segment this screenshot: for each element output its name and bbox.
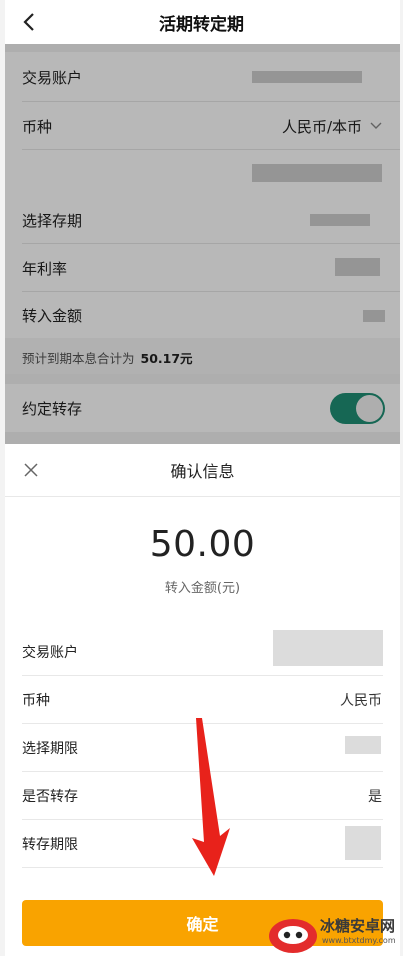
toggle-knob: [356, 395, 383, 422]
form-row-masked: [5, 150, 400, 196]
info-row-label: 转存期限: [22, 837, 78, 853]
form-row-auto-renew: 约定转存: [5, 384, 400, 432]
masked-renew-term: [345, 826, 381, 860]
form-row-label: 约定转存: [22, 399, 83, 418]
form-row-term[interactable]: 选择存期: [5, 196, 400, 244]
info-row-label: 选择期限: [22, 741, 78, 757]
masked-account: [273, 630, 383, 666]
info-row-account: 交易账户: [5, 628, 400, 676]
chevron-left-icon: [23, 13, 34, 31]
form-row-account[interactable]: 交易账户: [5, 52, 400, 102]
masked-term: [345, 736, 381, 754]
form-row-label: 转入金额: [22, 306, 83, 325]
estimate-row: 预计到期本息合计为 50.17元: [5, 338, 400, 374]
back-button[interactable]: [14, 7, 44, 37]
masked-account: [252, 71, 362, 83]
currency-value: 人民币/本币: [281, 117, 362, 136]
form-row-rate: 年利率: [5, 244, 400, 292]
form-row-amount[interactable]: 转入金额: [5, 292, 400, 338]
masked-term: [310, 214, 370, 226]
transfer-amount: 50.00: [149, 524, 256, 565]
form-row-label: 年利率: [22, 259, 68, 278]
chevron-down-icon: [370, 122, 382, 129]
info-row-value: 人民币: [340, 693, 382, 709]
close-button[interactable]: [19, 458, 43, 482]
red-arrow-annotation: [192, 718, 230, 876]
watermark-site: www.btxtdmy.com: [322, 936, 396, 945]
watermark-name: 冰糖安卓网: [320, 917, 396, 935]
info-row-label: 交易账户: [22, 645, 78, 661]
background-form: 交易账户 币种 人民币/本币 选择存期 年利率 转入金额 预计到期本息合计为 50…: [5, 44, 400, 444]
estimate-value: 50.17元: [140, 351, 193, 366]
info-row-label: 是否转存: [22, 789, 78, 805]
form-row-label: 选择存期: [22, 211, 83, 230]
masked-rate: [335, 258, 380, 276]
close-icon: [24, 463, 38, 477]
estimate-label: 预计到期本息合计为: [22, 351, 135, 366]
masked-value: [252, 164, 382, 182]
form-row-label: 币种: [22, 117, 53, 136]
info-row-label: 币种: [22, 693, 50, 709]
sheet-header: 确认信息: [5, 444, 400, 497]
auto-renew-toggle[interactable]: [330, 393, 385, 424]
page-title: 活期转定期: [159, 14, 244, 35]
confirm-sheet: 确认信息 50.00 转入金额(元) 交易账户 币种 人民币 选择期限 是否转存…: [5, 444, 400, 956]
info-row-value: 是: [368, 789, 382, 805]
top-bar: 活期转定期: [0, 0, 403, 44]
info-row-currency: 币种 人民币: [5, 676, 400, 724]
form-row-currency[interactable]: 币种 人民币/本币: [5, 102, 400, 150]
form-row-label: 交易账户: [22, 68, 83, 87]
masked-amount: [363, 310, 385, 322]
transfer-amount-caption: 转入金额(元): [164, 581, 241, 596]
sheet-title: 确认信息: [170, 462, 235, 481]
